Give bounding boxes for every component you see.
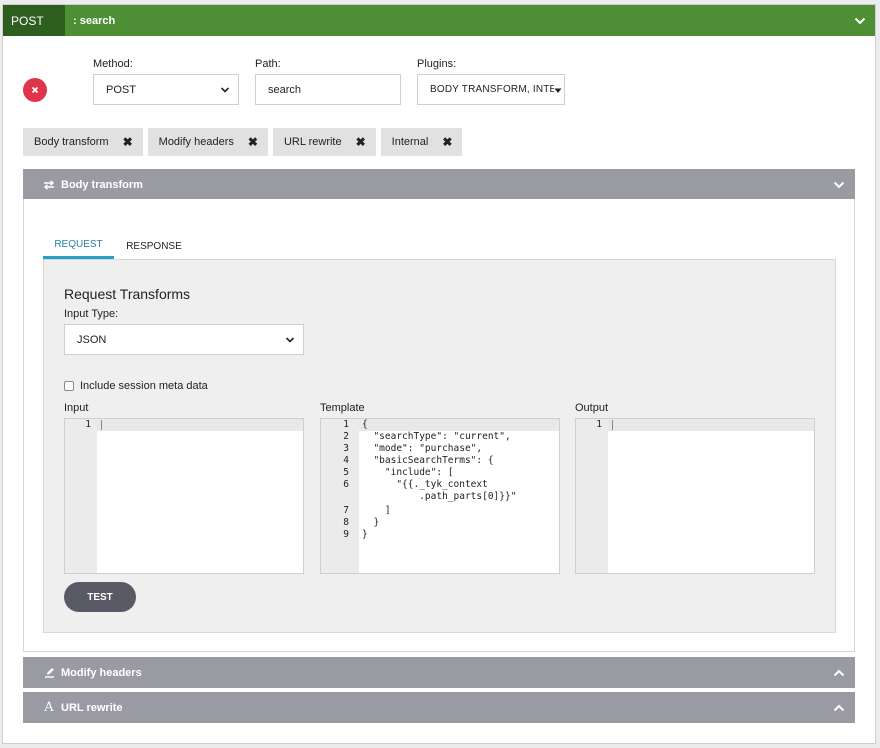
tab-response[interactable]: RESPONSE <box>114 233 194 259</box>
modify-headers-header[interactable]: Modify headers <box>23 657 855 688</box>
code-line: "include": [ <box>362 467 454 478</box>
code-line: "{{._tyk_context <box>362 479 488 490</box>
chevron-down-icon[interactable] <box>823 181 855 189</box>
endpoint-path: : search <box>73 14 116 27</box>
session-meta-checkbox[interactable] <box>64 381 74 391</box>
remove-tag-icon[interactable]: ✖ <box>248 135 258 149</box>
modify-headers-title: Modify headers <box>61 666 142 679</box>
request-transforms-panel: Request Transforms Input Type: JSON Incl… <box>43 259 836 633</box>
code-line: { <box>362 419 368 430</box>
tag-body-transform: Body transform ✖ <box>23 128 143 156</box>
template-label: Template <box>320 402 365 414</box>
tag-modify-headers: Modify headers ✖ <box>147 128 268 156</box>
session-meta-row: Include session meta data <box>64 380 208 392</box>
line-gutter <box>576 419 608 573</box>
line-number: 9 <box>343 529 349 540</box>
url-rewrite-header[interactable]: A URL rewrite <box>23 692 855 723</box>
line-number: 3 <box>343 443 349 454</box>
text-cursor <box>101 420 102 430</box>
remove-endpoint-button[interactable] <box>23 78 47 102</box>
code-line: } <box>362 529 368 540</box>
input-type-label: Input Type: <box>64 308 119 320</box>
line-number: 8 <box>343 517 349 528</box>
method-badge: POST <box>3 5 65 36</box>
body-transform-header[interactable]: Body transform <box>23 169 855 200</box>
url-rewrite-title: URL rewrite <box>61 701 123 714</box>
line-number: 1 <box>596 419 602 430</box>
tag-label: Body transform <box>34 136 109 148</box>
method-label: Method: <box>93 58 133 70</box>
arrows-exchange-icon <box>41 179 57 190</box>
remove-tag-icon[interactable]: ✖ <box>356 135 366 149</box>
line-number: 1 <box>343 419 349 430</box>
body-transform-title: Body transform <box>61 178 143 191</box>
tab-request[interactable]: REQUEST <box>43 233 114 259</box>
remove-tag-icon[interactable]: ✖ <box>442 135 452 149</box>
tag-label: Internal <box>391 136 429 148</box>
output-editor[interactable]: 1 <box>575 418 815 574</box>
tag-label: URL rewrite <box>283 136 342 148</box>
chevron-up-icon[interactable] <box>823 669 855 677</box>
line-number: 7 <box>343 505 349 516</box>
caret-down-icon <box>554 86 562 97</box>
path-label: Path: <box>255 58 281 70</box>
code-line: "basicSearchTerms": { <box>362 455 494 466</box>
output-label: Output <box>575 402 609 414</box>
path-input-value: search <box>268 83 302 96</box>
method-select[interactable]: POST <box>93 74 239 105</box>
plugin-tags: Body transform ✖ Modify headers ✖ URL re… <box>23 128 463 156</box>
path-input[interactable]: search <box>255 74 401 105</box>
plugins-label: Plugins: <box>417 58 457 70</box>
tag-label: Modify headers <box>158 136 234 148</box>
method-select-value: POST <box>106 83 136 96</box>
line-number: 2 <box>343 431 349 442</box>
code-line: .path_parts[0]}}" <box>362 491 517 502</box>
line-number: 6 <box>343 479 349 490</box>
input-label: Input <box>64 402 89 414</box>
session-meta-label: Include session meta data <box>80 380 208 392</box>
plugins-select-value: BODY TRANSFORM, INTER <box>430 84 554 95</box>
transform-tabs: REQUEST RESPONSE <box>43 233 194 259</box>
chevron-up-icon[interactable] <box>823 704 855 712</box>
plugins-select[interactable]: BODY TRANSFORM, INTER <box>417 74 565 105</box>
tag-internal: Internal ✖ <box>380 128 463 156</box>
remove-tag-icon[interactable]: ✖ <box>123 135 133 149</box>
close-icon <box>31 81 39 99</box>
input-editor[interactable]: 1 <box>64 418 304 574</box>
line-number: 5 <box>343 467 349 478</box>
chevron-down-icon <box>220 85 230 97</box>
endpoint-editor: POST : search Method: POST Path: search … <box>2 4 876 744</box>
text-cursor <box>612 420 613 430</box>
chevron-down-icon <box>285 335 295 347</box>
body-transform-panel: REQUEST RESPONSE Request Transforms Inpu… <box>23 199 855 652</box>
chevron-down-icon[interactable] <box>845 5 875 36</box>
code-line: } <box>362 517 380 528</box>
code-line: "searchType": "current", <box>362 431 511 442</box>
edit-icon <box>41 667 57 678</box>
code-line: ] <box>362 505 391 516</box>
input-type-select[interactable]: JSON <box>64 324 304 355</box>
line-number: 1 <box>85 419 91 430</box>
input-type-value: JSON <box>77 333 107 346</box>
code-line: "mode": "purchase", <box>362 443 483 454</box>
endpoint-header[interactable]: POST : search <box>3 5 875 36</box>
tag-url-rewrite: URL rewrite ✖ <box>272 128 376 156</box>
line-gutter <box>65 419 97 573</box>
line-number: 4 <box>343 455 349 466</box>
panel-title: Request Transforms <box>64 286 191 302</box>
template-editor[interactable]: 1 2 3 4 5 6 7 8 9 { "searchType": "curre… <box>320 418 560 574</box>
test-button[interactable]: TEST <box>64 582 136 612</box>
font-icon: A <box>44 700 54 715</box>
